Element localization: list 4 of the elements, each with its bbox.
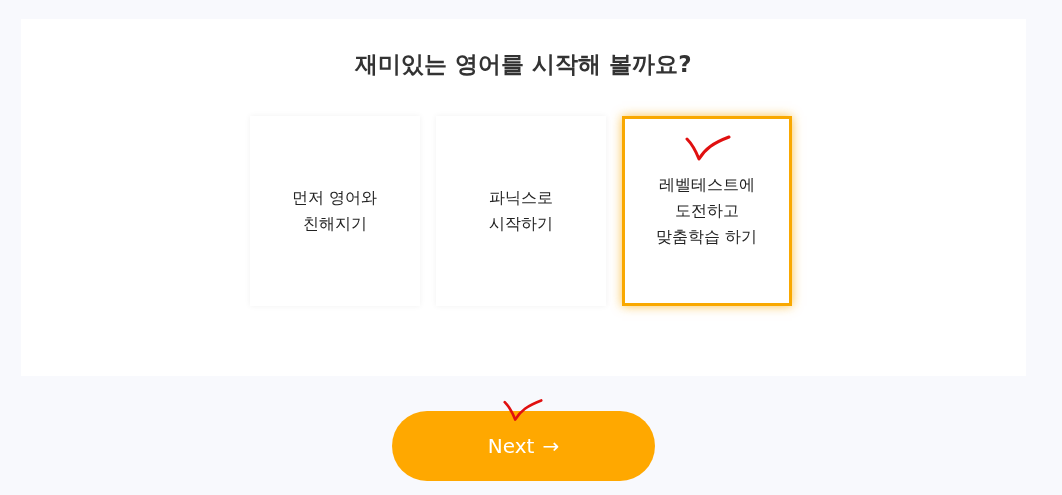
question-title: 재미있는 영어를 시작해 볼까요? xyxy=(355,50,692,79)
check-mark-icon xyxy=(684,135,731,161)
check-mark-icon xyxy=(503,398,543,422)
option-card[interactable]: 레벨테스트에 도전하고 맞춤학습 하기 xyxy=(621,116,792,306)
